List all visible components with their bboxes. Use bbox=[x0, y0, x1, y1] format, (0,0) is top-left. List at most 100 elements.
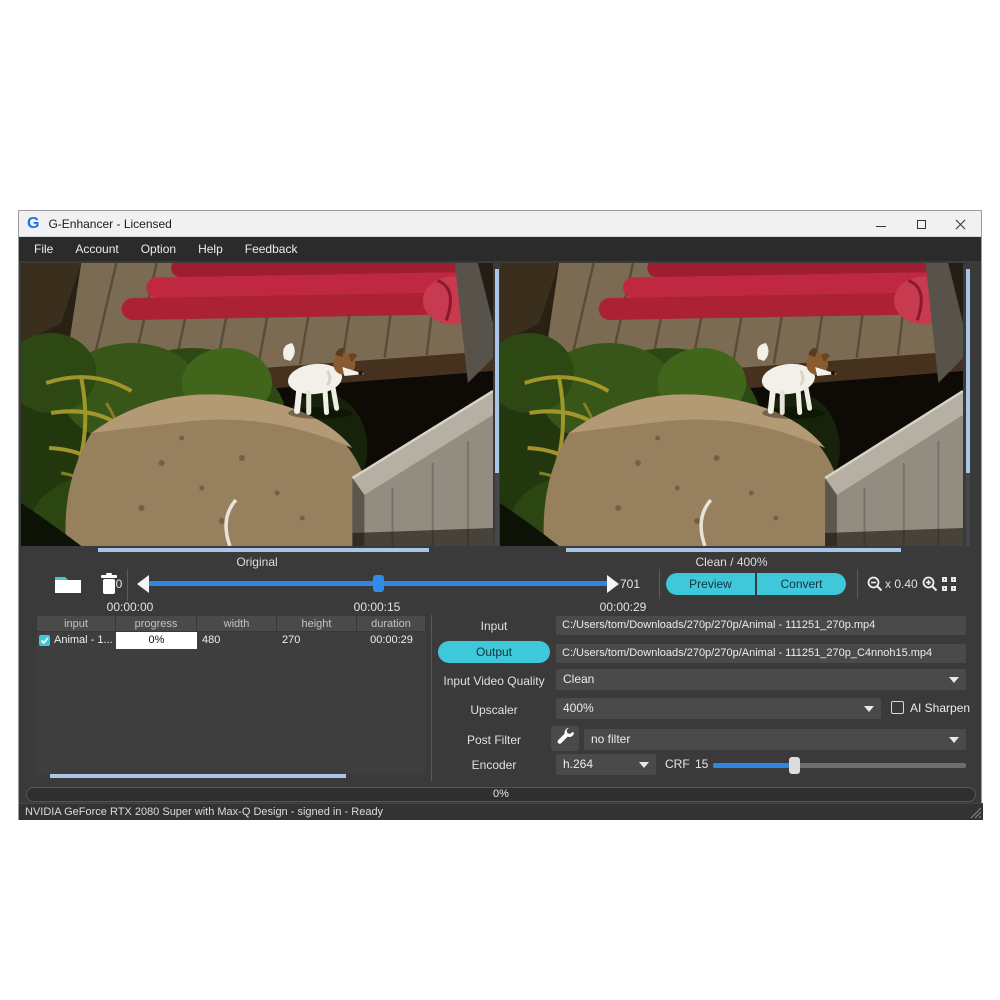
column-header-height[interactable]: height bbox=[277, 615, 357, 632]
chevron-down-icon bbox=[639, 762, 649, 768]
vertical-scrollbar-left-pane[interactable] bbox=[495, 269, 499, 546]
file-name: Animal - 1... bbox=[54, 632, 113, 649]
horizontal-scrollbar-left-pane[interactable] bbox=[98, 548, 429, 552]
crf-value: 15 bbox=[695, 757, 708, 771]
window-controls bbox=[861, 211, 981, 237]
output-button[interactable]: Output bbox=[438, 641, 550, 663]
vertical-scrollbar-right-pane[interactable] bbox=[966, 269, 970, 546]
zoom-out-button[interactable] bbox=[867, 576, 883, 592]
output-path-field[interactable]: C:/Users/tom/Downloads/270p/270p/Animal … bbox=[556, 644, 966, 663]
divider bbox=[857, 569, 858, 599]
status-bar: NVIDIA GeForce RTX 2080 Super with Max-Q… bbox=[19, 803, 983, 820]
row-checkbox-checked[interactable] bbox=[39, 635, 50, 646]
cell-duration: 00:00:29 bbox=[357, 632, 426, 649]
menu-account[interactable]: Account bbox=[64, 237, 129, 261]
post-filter-label: Post Filter bbox=[438, 733, 550, 747]
zoom-in-icon bbox=[922, 576, 938, 592]
panel-divider bbox=[431, 615, 432, 781]
step-back-icon[interactable] bbox=[137, 575, 149, 593]
timestamp-end: 00:00:29 bbox=[592, 600, 654, 614]
quality-label: Input Video Quality bbox=[438, 674, 550, 688]
step-forward-icon[interactable] bbox=[607, 575, 619, 593]
column-header-progress[interactable]: progress bbox=[116, 615, 197, 632]
folder-icon bbox=[53, 572, 83, 596]
original-pane-label: Original bbox=[21, 555, 493, 569]
post-filter-dropdown[interactable]: no filter bbox=[584, 729, 966, 750]
crf-slider-fill bbox=[713, 763, 789, 768]
encoder-value: h.264 bbox=[563, 757, 593, 771]
crf-slider-handle[interactable] bbox=[789, 757, 800, 774]
column-header-input[interactable]: input bbox=[36, 615, 116, 632]
ai-sharpen-label: AI Sharpen bbox=[910, 701, 970, 715]
check-icon bbox=[39, 635, 50, 646]
quality-value: Clean bbox=[563, 672, 594, 686]
crf-slider[interactable] bbox=[713, 763, 966, 768]
menu-option[interactable]: Option bbox=[130, 237, 187, 261]
window-title: G-Enhancer - Licensed bbox=[48, 217, 171, 231]
maximize-icon bbox=[917, 220, 926, 229]
table-header-row: input progress width height duration bbox=[36, 615, 426, 632]
timestamp-start: 00:00:00 bbox=[99, 600, 161, 614]
resize-grip[interactable] bbox=[969, 806, 982, 819]
enhanced-video-preview[interactable] bbox=[500, 263, 963, 546]
title-bar[interactable]: G G-Enhancer - Licensed bbox=[19, 211, 981, 237]
timeline-start-frame: 0 bbox=[107, 577, 131, 591]
convert-button[interactable]: Convert bbox=[757, 573, 846, 595]
table-horizontal-scrollbar[interactable] bbox=[50, 774, 346, 778]
zoom-out-icon bbox=[867, 576, 883, 592]
horizontal-scrollbar-right-pane[interactable] bbox=[566, 548, 901, 552]
status-text: NVIDIA GeForce RTX 2080 Super with Max-Q… bbox=[19, 804, 983, 820]
cell-input: Animal - 1... bbox=[36, 632, 116, 649]
upscaler-dropdown[interactable]: 400% bbox=[556, 698, 881, 719]
input-path-field[interactable]: C:/Users/tom/Downloads/270p/270p/Animal … bbox=[556, 616, 966, 635]
table-row[interactable]: Animal - 1... 0% 480 270 00:00:29 bbox=[36, 632, 426, 649]
scrollbar-thumb[interactable] bbox=[966, 269, 970, 473]
encoder-label: Encoder bbox=[438, 758, 550, 772]
file-queue-table: input progress width height duration Ani… bbox=[36, 615, 426, 775]
fullscreen-icon bbox=[951, 577, 956, 582]
chevron-down-icon bbox=[864, 706, 874, 712]
desktop: G G-Enhancer - Licensed File Account Opt… bbox=[0, 0, 1000, 1000]
zoom-factor-label: x 0.40 bbox=[885, 577, 918, 591]
wrench-icon bbox=[553, 726, 577, 750]
fullscreen-icon bbox=[942, 586, 947, 591]
upscaler-label: Upscaler bbox=[438, 703, 550, 717]
menu-help[interactable]: Help bbox=[187, 237, 234, 261]
close-icon bbox=[956, 219, 966, 229]
open-file-button[interactable] bbox=[53, 572, 83, 596]
fullscreen-icon bbox=[951, 586, 956, 591]
scrollbar-thumb[interactable] bbox=[495, 269, 499, 473]
column-header-duration[interactable]: duration bbox=[357, 615, 426, 632]
menu-feedback[interactable]: Feedback bbox=[234, 237, 309, 261]
column-header-width[interactable]: width bbox=[197, 615, 277, 632]
fullscreen-button[interactable] bbox=[942, 577, 956, 591]
close-button[interactable] bbox=[941, 211, 981, 237]
timeline-slider-handle[interactable] bbox=[373, 575, 384, 592]
quality-dropdown[interactable]: Clean bbox=[556, 669, 966, 690]
menu-bar: File Account Option Help Feedback bbox=[19, 237, 981, 261]
input-label: Input bbox=[438, 619, 550, 633]
chevron-down-icon bbox=[949, 737, 959, 743]
minimize-icon bbox=[876, 226, 886, 227]
crf-label: CRF bbox=[665, 757, 690, 771]
maximize-button[interactable] bbox=[901, 211, 941, 237]
menu-file[interactable]: File bbox=[23, 237, 64, 261]
ai-sharpen-checkbox[interactable] bbox=[891, 701, 904, 714]
timestamp-current: 00:00:15 bbox=[346, 600, 408, 614]
chevron-down-icon bbox=[949, 677, 959, 683]
upscaler-value: 400% bbox=[563, 701, 594, 715]
app-logo-icon: G bbox=[27, 216, 39, 232]
cell-height: 270 bbox=[277, 632, 357, 649]
overall-progress-bar: 0% bbox=[26, 787, 976, 802]
minimize-button[interactable] bbox=[861, 211, 901, 237]
original-video-preview[interactable] bbox=[21, 263, 493, 546]
timeline-slider[interactable] bbox=[149, 581, 607, 586]
zoom-in-button[interactable] bbox=[922, 576, 938, 592]
divider bbox=[659, 569, 660, 599]
encoder-dropdown[interactable]: h.264 bbox=[556, 754, 656, 775]
app-window: G G-Enhancer - Licensed File Account Opt… bbox=[18, 210, 982, 820]
preview-button[interactable]: Preview bbox=[666, 573, 755, 595]
timeline-end-frame: 701 bbox=[620, 577, 654, 591]
filter-settings-button[interactable] bbox=[551, 726, 579, 751]
post-filter-value: no filter bbox=[591, 732, 630, 746]
